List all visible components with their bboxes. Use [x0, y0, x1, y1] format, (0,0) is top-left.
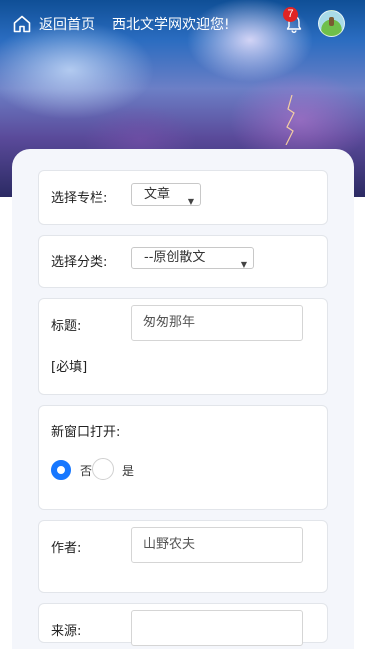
author-card: 作者: 山野农夫: [38, 520, 328, 593]
author-input-value: 山野农夫: [143, 537, 196, 552]
title-input[interactable]: 匆匆那年: [131, 305, 303, 341]
radio-yes[interactable]: [92, 458, 114, 480]
home-icon: [13, 15, 31, 33]
chevron-down-icon: ▼: [187, 197, 194, 206]
home-label: 返回首页: [39, 17, 95, 33]
category-select[interactable]: --原创散文 ▼: [131, 247, 254, 269]
new-window-label: 新窗口打开:: [51, 425, 121, 440]
category-label: 选择分类:: [51, 255, 108, 270]
welcome-text: 西北文学网欢迎您!: [112, 17, 230, 33]
source-input[interactable]: [131, 610, 303, 646]
title-input-value: 匆匆那年: [143, 315, 196, 330]
avatar[interactable]: [318, 10, 345, 37]
column-select[interactable]: 文章 ▼: [131, 183, 201, 206]
source-card: 来源:: [38, 603, 328, 646]
column-label: 选择专栏:: [51, 191, 108, 206]
author-label: 作者:: [51, 541, 82, 556]
column-select-value: 文章: [144, 187, 171, 202]
radio-no-label: 否: [80, 464, 93, 478]
author-input[interactable]: 山野农夫: [131, 527, 303, 563]
lightning-decoration: [285, 95, 295, 145]
radio-no[interactable]: [51, 460, 71, 480]
new-window-card: 新窗口打开: 否 是: [38, 405, 328, 510]
column-card: 选择专栏: 文章 ▼: [38, 170, 328, 225]
notification-badge: 7: [283, 7, 298, 22]
category-card: 选择分类: --原创散文 ▼: [38, 235, 328, 288]
title-label: 标题:: [51, 319, 82, 334]
top-bar: 返回首页 西北文学网欢迎您!: [0, 0, 365, 48]
title-card: 标题: 匆匆那年 [必填]: [38, 298, 328, 395]
required-hint: [必填]: [51, 360, 88, 375]
chevron-down-icon: ▼: [240, 260, 247, 269]
radio-yes-label: 是: [122, 464, 135, 478]
home-link[interactable]: 返回首页: [12, 14, 95, 34]
category-select-value: --原创散文: [144, 250, 206, 265]
